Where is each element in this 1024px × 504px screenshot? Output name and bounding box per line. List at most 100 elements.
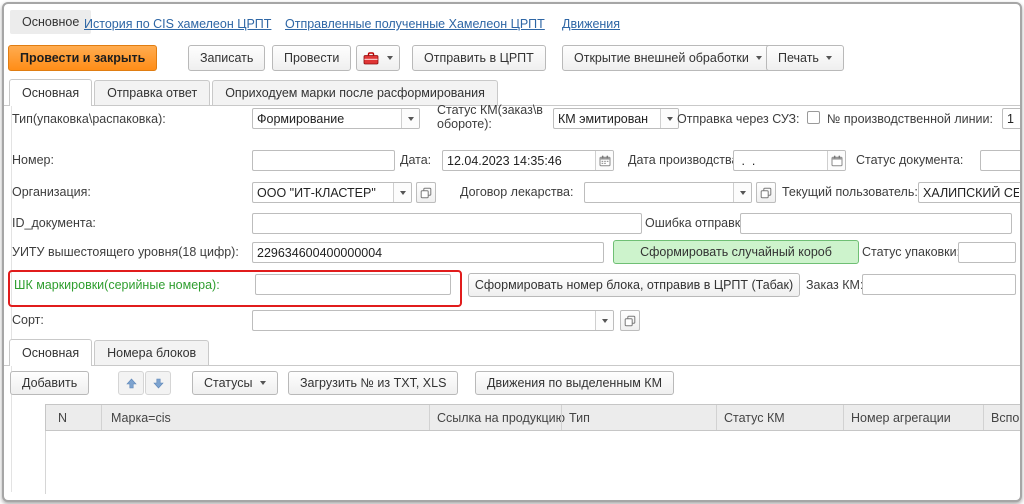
block-number-button[interactable]: Сформировать номер блока, отправив в ЦРП… [468, 273, 800, 297]
statuses-button[interactable]: Статусы [192, 371, 278, 395]
send-via-suz-label: Отправка через СУЗ: [677, 112, 800, 126]
print-label: Печать [778, 51, 819, 65]
post-and-close-button[interactable]: Провести и закрыть [8, 45, 158, 71]
column-separator[interactable] [561, 405, 562, 430]
organization-open-button[interactable] [416, 182, 436, 203]
km-status-label: Статус КМ(заказ\в обороте): [437, 103, 543, 132]
organization-label: Организация: [12, 185, 91, 199]
tab-send-reply[interactable]: Отправка ответ [94, 80, 211, 105]
write-button[interactable]: Записать [188, 45, 266, 71]
nav-link-movements[interactable]: Движения [562, 17, 620, 31]
sort-open-button[interactable] [620, 310, 640, 331]
tab-lower-main[interactable]: Основная [9, 339, 93, 366]
calendar-icon[interactable] [595, 151, 613, 170]
table-header: N Марка=cis Ссылка на продукцию Тип Стат… [45, 404, 1020, 431]
chevron-down-icon[interactable] [733, 183, 751, 202]
statuses-label: Статусы [204, 376, 253, 390]
sort-combo[interactable] [252, 310, 614, 331]
add-row-button[interactable]: Добавить [10, 371, 90, 395]
send-error-input[interactable] [740, 213, 1012, 234]
medicine-contract-label: Договор лекарства: [460, 185, 574, 199]
post-button[interactable]: Провести [272, 45, 352, 71]
current-user-input[interactable] [918, 182, 1020, 203]
organization-combo[interactable] [252, 182, 412, 203]
uitu-input[interactable] [252, 242, 604, 263]
column-header-type: Тип [569, 411, 590, 425]
number-label: Номер: [12, 153, 54, 167]
nav-tab-main[interactable]: Основное [10, 10, 92, 34]
date-label: Дата: [400, 153, 432, 167]
sort-label: Сорт: [12, 313, 44, 327]
random-box-button[interactable]: Сформировать случайный короб [613, 240, 859, 264]
medicine-contract-input[interactable] [585, 183, 733, 202]
document-window: Основное История по CIS хамелеон ЦРПТ От… [2, 2, 1022, 502]
km-status-input[interactable] [554, 109, 660, 128]
table-body-empty[interactable] [46, 431, 1020, 494]
chevron-down-icon[interactable] [660, 109, 678, 128]
chevron-down-icon[interactable] [393, 183, 411, 202]
marking-codes-label: ШК маркировки(серийные номера): [14, 278, 220, 292]
column-separator[interactable] [429, 405, 430, 430]
production-line-label: № производственной линии: [827, 112, 993, 126]
marking-codes-input[interactable] [255, 274, 451, 295]
doc-status-label: Статус документа: [856, 153, 964, 167]
doc-status-input[interactable] [980, 150, 1020, 171]
arrow-up-icon [125, 378, 137, 389]
column-header-product-link: Ссылка на продукцию [437, 411, 565, 425]
chevron-down-icon [755, 56, 762, 60]
chevron-down-icon[interactable] [401, 109, 419, 128]
external-processing-label: Открытие внешней обработки [574, 51, 749, 65]
send-error-label: Ошибка отправки: [645, 216, 751, 230]
km-status-combo[interactable] [553, 108, 679, 129]
km-order-label: Заказ КМ: [806, 278, 864, 292]
column-separator[interactable] [843, 405, 844, 430]
print-button[interactable]: Печать [766, 45, 844, 71]
tab-main[interactable]: Основная [9, 79, 93, 106]
column-header-km-status: Статус КМ [724, 411, 785, 425]
organization-input[interactable] [253, 183, 393, 202]
column-separator[interactable] [716, 405, 717, 430]
date-field[interactable] [442, 150, 614, 171]
doc-id-label: ID_документа: [12, 216, 96, 230]
chevron-down-icon [387, 56, 393, 60]
type-input[interactable] [253, 109, 401, 128]
move-up-button[interactable] [118, 371, 144, 395]
external-processing-button[interactable]: Открытие внешней обработки [562, 45, 774, 71]
red-briefcase-icon [363, 51, 379, 65]
chevron-down-icon [259, 381, 266, 385]
production-line-input[interactable] [1002, 108, 1020, 129]
column-separator[interactable] [101, 405, 102, 430]
column-separator[interactable] [983, 405, 984, 430]
production-date-input[interactable] [734, 151, 827, 170]
current-user-label: Текущий пользователь: [782, 185, 918, 199]
calendar-icon[interactable] [827, 151, 845, 170]
type-label: Тип(упаковка\распаковка): [12, 112, 166, 126]
seal-menu-button[interactable] [356, 45, 400, 71]
movements-by-selected-button[interactable]: Движения по выделенным КМ [475, 371, 674, 395]
arrow-down-icon [152, 378, 164, 389]
type-combo[interactable] [252, 108, 420, 129]
column-header-mark-cis: Марка=cis [111, 411, 171, 425]
tab-block-numbers[interactable]: Номера блоков [94, 340, 210, 365]
column-header-aggregation-number: Номер агрегации [851, 411, 951, 425]
date-input[interactable] [443, 151, 595, 170]
nav-link-sent-received[interactable]: Отправленные полученные Хамелеон ЦРПТ [285, 17, 545, 31]
lower-tabbar: Основная Номера блоков [4, 339, 1020, 366]
send-to-crpt-button[interactable]: Отправить в ЦРПТ [412, 45, 546, 71]
number-input[interactable] [252, 150, 395, 171]
send-via-suz-checkbox[interactable] [807, 111, 820, 124]
km-order-input[interactable] [862, 274, 1016, 295]
load-from-txt-button[interactable]: Загрузить № из TXT, XLS [288, 371, 459, 395]
medicine-contract-combo[interactable] [584, 182, 752, 203]
column-header-n: N [58, 411, 68, 425]
move-down-button[interactable] [145, 371, 171, 395]
production-date-field[interactable] [733, 150, 846, 171]
doc-id-input[interactable] [252, 213, 642, 234]
chevron-down-icon[interactable] [595, 311, 613, 330]
nav-link-cis-history[interactable]: История по CIS хамелеон ЦРПТ [84, 17, 271, 31]
medicine-contract-open-button[interactable] [756, 182, 776, 203]
packing-status-input[interactable] [958, 242, 1016, 263]
column-header-auxiliary: Вспом [991, 411, 1020, 425]
sort-input[interactable] [253, 311, 595, 330]
tab-post-marks[interactable]: Оприходуем марки после расформирования [212, 80, 498, 105]
